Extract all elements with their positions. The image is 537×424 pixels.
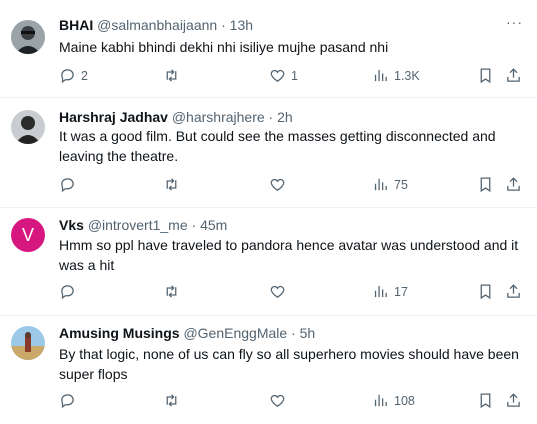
user-handle[interactable]: @harshrajhere: [172, 109, 265, 125]
tweet-actions: 108: [59, 392, 529, 412]
views-chart-icon: [374, 394, 387, 407]
more-options-icon[interactable]: ···: [506, 14, 523, 30]
timestamp[interactable]: 5h: [300, 325, 316, 341]
view-count: 108: [394, 393, 415, 408]
tweet[interactable]: BHAI @salmanbhaijaann · 13h ··· Maine ka…: [0, 0, 537, 98]
avatar[interactable]: V: [11, 218, 45, 252]
tweet-text: Hmm so ppl have traveled to pandora henc…: [59, 237, 519, 273]
views-chart-icon: [374, 69, 387, 82]
timestamp[interactable]: 13h: [230, 17, 253, 33]
reply-count: 2: [81, 68, 88, 83]
bookmark-icon: [480, 393, 491, 409]
tweet-actions: 2 1 1.3K: [59, 67, 529, 87]
view-count: 1.3K: [394, 68, 420, 83]
user-handle[interactable]: @GenEnggMale: [183, 325, 287, 341]
tweet-header: Amusing Musings @GenEnggMale · 5h: [59, 325, 315, 341]
retweet-button[interactable]: [163, 283, 185, 300]
share-icon: [507, 177, 520, 191]
avatar[interactable]: [11, 20, 45, 54]
retweet-button[interactable]: [163, 67, 185, 84]
views-button[interactable]: 1.3K: [372, 67, 420, 84]
views-button[interactable]: 17: [372, 283, 408, 300]
reply-icon: [61, 285, 74, 300]
retweet-button[interactable]: [163, 176, 185, 193]
tweet-actions: 17: [59, 283, 529, 303]
share-button[interactable]: [505, 392, 522, 409]
separator-dot: ·: [291, 325, 296, 341]
bookmark-button[interactable]: [477, 67, 494, 84]
like-button[interactable]: [269, 176, 291, 193]
tweet-header: BHAI @salmanbhaijaann · 13h: [59, 17, 253, 33]
views-chart-icon: [374, 178, 387, 191]
separator-dot: ·: [221, 17, 226, 33]
user-handle[interactable]: @salmanbhaijaann: [97, 17, 217, 33]
like-button[interactable]: 1: [269, 67, 298, 84]
share-icon: [507, 284, 520, 298]
reply-button[interactable]: [59, 176, 81, 193]
views-chart-icon: [374, 285, 387, 298]
bookmark-icon: [480, 68, 491, 84]
views-button[interactable]: 75: [372, 176, 408, 193]
share-button[interactable]: [505, 283, 522, 300]
tweet-header: Harshraj Jadhav @harshrajhere · 2h: [59, 109, 293, 125]
view-count: 17: [394, 284, 408, 299]
reply-button[interactable]: 2: [59, 67, 88, 84]
tweet-text: Maine kabhi bhindi dekhi nhi isiliye muj…: [59, 39, 389, 55]
share-icon: [507, 393, 520, 407]
reply-icon: [61, 178, 74, 193]
retweet-icon: [166, 69, 177, 82]
tweet-text: By that logic, none of us can fly so all…: [59, 346, 519, 382]
bookmark-button[interactable]: [477, 176, 494, 193]
reply-button[interactable]: [59, 392, 81, 409]
share-button[interactable]: [505, 67, 522, 84]
avatar[interactable]: [11, 326, 45, 360]
reply-icon: [61, 394, 74, 409]
share-icon: [507, 68, 520, 82]
heart-icon: [270, 394, 285, 407]
share-button[interactable]: [505, 176, 522, 193]
avatar[interactable]: [11, 110, 45, 144]
heart-icon: [270, 178, 285, 191]
display-name[interactable]: BHAI: [59, 17, 93, 33]
retweet-icon: [166, 394, 177, 407]
tweet-header: Vks @introvert1_me · 45m: [59, 217, 227, 233]
retweet-button[interactable]: [163, 392, 185, 409]
like-button[interactable]: [269, 392, 291, 409]
retweet-icon: [166, 178, 177, 191]
tweet[interactable]: Amusing Musings @GenEnggMale · 5h By tha…: [0, 316, 537, 424]
display-name[interactable]: Vks: [59, 217, 84, 233]
like-count: 1: [291, 68, 298, 83]
bookmark-button[interactable]: [477, 392, 494, 409]
tweet-text: It was a good film. But could see the ma…: [59, 128, 496, 164]
heart-icon: [270, 285, 285, 298]
bookmark-icon: [480, 284, 491, 300]
tweet[interactable]: Harshraj Jadhav @harshrajhere · 2h It wa…: [0, 98, 537, 208]
tweet-actions: 75: [59, 176, 529, 196]
timestamp[interactable]: 45m: [200, 217, 227, 233]
retweet-icon: [166, 285, 177, 298]
timestamp[interactable]: 2h: [277, 109, 293, 125]
view-count: 75: [394, 177, 408, 192]
reply-icon: [61, 69, 74, 84]
views-button[interactable]: 108: [372, 392, 415, 409]
heart-icon: [270, 69, 285, 82]
reply-button[interactable]: [59, 283, 81, 300]
display-name[interactable]: Amusing Musings: [59, 325, 180, 341]
separator-dot: ·: [268, 109, 274, 125]
tweet[interactable]: V Vks @introvert1_me · 45m Hmm so ppl ha…: [0, 208, 537, 316]
bookmark-icon: [480, 177, 491, 193]
bookmark-button[interactable]: [477, 283, 494, 300]
separator-dot: ·: [191, 217, 197, 233]
display-name[interactable]: Harshraj Jadhav: [59, 109, 168, 125]
like-button[interactable]: [269, 283, 291, 300]
user-handle[interactable]: @introvert1_me: [88, 217, 188, 233]
